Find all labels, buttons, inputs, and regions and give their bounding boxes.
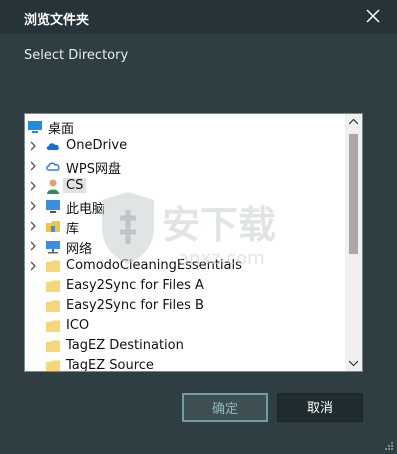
tree-item-label: CS — [63, 178, 87, 193]
cancel-button[interactable]: 取消 — [277, 393, 363, 422]
chevron-right-icon[interactable] — [28, 240, 38, 252]
scroll-down-icon[interactable] — [349, 360, 358, 366]
chevron-right-icon[interactable] — [28, 260, 38, 272]
folder-icon — [46, 260, 60, 272]
scroll-thumb[interactable] — [349, 134, 358, 254]
tree-item-label: TagEZ Destination — [66, 338, 184, 353]
tree-item-label: ICO — [66, 318, 90, 333]
cloud-icon — [46, 143, 59, 150]
resize-grip-icon[interactable] — [383, 440, 393, 450]
tree-item-label: Easy2Sync for Files A — [66, 278, 204, 293]
network-icon — [46, 241, 60, 254]
tree-item[interactable]: TagEZ Destination — [25, 336, 346, 356]
folder-tree[interactable]: 桌面 OneDrive WPS网盘 CS 此电脑库网络 ComodoCleaningEss… — [24, 113, 363, 372]
scroll-up-icon[interactable] — [349, 119, 358, 125]
tree-item[interactable]: Easy2Sync for Files A — [25, 276, 346, 296]
tree-item[interactable]: WPS网盘 — [25, 156, 346, 177]
folder-icon — [46, 340, 60, 352]
chevron-right-icon[interactable] — [28, 140, 38, 152]
tree-item[interactable]: OneDrive — [25, 136, 346, 156]
tree-item-label: 桌面 — [48, 122, 75, 137]
browse-folder-dialog: 浏览文件夹 Select Directory 桌面 OneDrive WPS网盘 CS… — [0, 0, 397, 454]
ok-button[interactable]: 确定 — [182, 393, 268, 422]
vertical-scrollbar[interactable] — [345, 114, 362, 371]
tree-item-label: 此电脑 — [66, 202, 106, 217]
cloud-outline-icon — [46, 162, 60, 171]
tree-item[interactable]: 此电脑 — [25, 196, 346, 217]
tree-item[interactable]: ICO — [25, 316, 346, 336]
tree-item[interactable]: TagEZ Source — [25, 356, 346, 372]
tree-item-label: 库 — [66, 222, 80, 237]
tree-item[interactable]: 网络 — [25, 236, 346, 257]
folder-icon — [46, 360, 60, 371]
tree-item[interactable]: Easy2Sync for Files B — [25, 296, 346, 316]
tree-item-label: TagEZ Source — [66, 358, 154, 372]
folder-icon — [46, 320, 60, 332]
user-icon — [47, 179, 59, 194]
folder-icon — [46, 280, 60, 292]
tree-item-label: 网络 — [66, 242, 93, 257]
tree-item[interactable]: 桌面 — [25, 116, 346, 137]
tree-item[interactable]: CS — [25, 176, 346, 196]
chevron-right-icon[interactable] — [28, 200, 38, 212]
folder-icon — [46, 300, 60, 312]
tree-item[interactable]: 库 — [25, 216, 346, 237]
library-icon — [46, 221, 60, 232]
desktop-icon — [28, 121, 42, 133]
chevron-right-icon[interactable] — [28, 180, 38, 192]
tree-item-label: ComodoCleaningEssentials — [66, 258, 242, 273]
close-icon[interactable] — [363, 6, 383, 26]
window-title: 浏览文件夹 — [24, 13, 90, 28]
tree-item[interactable]: ComodoCleaningEssentials — [25, 256, 346, 276]
tree-item-label: WPS网盘 — [66, 162, 121, 177]
chevron-right-icon[interactable] — [28, 160, 38, 172]
tree-item-label: OneDrive — [66, 138, 128, 153]
dialog-subtitle: Select Directory — [24, 48, 129, 63]
computer-icon — [46, 200, 60, 213]
tree-item-label: Easy2Sync for Files B — [66, 298, 204, 313]
title-bar: 浏览文件夹 — [0, 0, 397, 34]
chevron-right-icon[interactable] — [28, 220, 38, 232]
